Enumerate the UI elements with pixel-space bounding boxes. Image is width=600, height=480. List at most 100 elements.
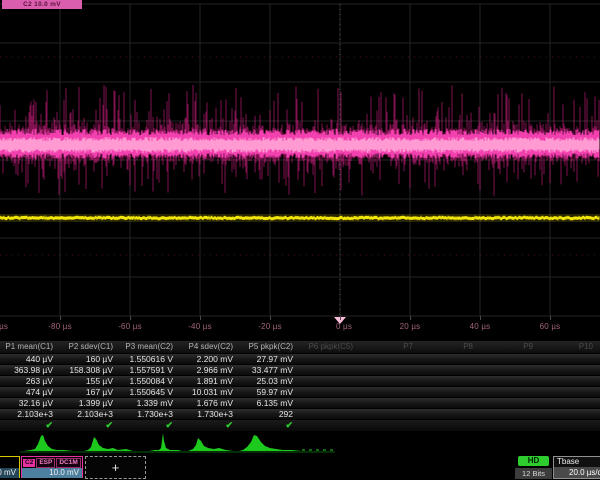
measurement-cell: 160 µV: [60, 354, 120, 364]
measurement-cell: 59.97 mV: [240, 387, 300, 397]
measurement-cell: 263 µV: [0, 376, 60, 386]
measurement-cell: [540, 409, 600, 419]
measurement-cell: [300, 409, 360, 419]
measurement-stat-row: 440 µV160 µV1.550616 V2.200 mV27.97 mV: [0, 354, 600, 365]
measurement-cell: 27.97 mV: [240, 354, 300, 364]
measurement-stat-row: 474 µV167 µV1.550645 V10.031 mV59.97 mV: [0, 387, 600, 398]
axis-label: -40 µs: [188, 322, 212, 331]
measurement-cell: [360, 365, 420, 375]
axis-tick: [550, 316, 551, 320]
measurement-cell: [360, 398, 420, 408]
measurement-table: P1 mean(C1)P2 sdev(C1)P3 mean(C2)P4 sdev…: [0, 341, 600, 432]
axis-label: -20 µs: [258, 322, 282, 331]
measurement-cell: 2.200 mV: [180, 354, 240, 364]
c2-vertical-scale: 10.0 mV: [22, 468, 82, 478]
measurement-column-header[interactable]: P7: [360, 341, 420, 353]
plus-icon: +: [112, 460, 120, 475]
measurement-cell: [420, 387, 480, 397]
measurement-column-header[interactable]: P9: [480, 341, 540, 353]
measurement-cell: 32.16 µV: [0, 398, 60, 408]
measurement-cell: [540, 354, 600, 364]
axis-label: 60 µs: [540, 322, 561, 331]
axis-tick: [340, 316, 341, 320]
axis-label: -60 µs: [118, 322, 142, 331]
measurement-cell: [540, 387, 600, 397]
measurement-cell: 363.98 µV: [0, 365, 60, 375]
measurement-cell: [420, 354, 480, 364]
measurement-column-header[interactable]: P5 pkpk(C2): [240, 341, 300, 353]
measurement-header-row: P1 mean(C1)P2 sdev(C1)P3 mean(C2)P4 sdev…: [0, 341, 600, 354]
measurement-cell: 474 µV: [0, 387, 60, 397]
measurement-cell: 1.550645 V: [120, 387, 180, 397]
measurement-cell: [300, 376, 360, 386]
measurement-cell: [480, 376, 540, 386]
measurement-cell: [360, 387, 420, 397]
measurement-cell: [420, 409, 480, 419]
measurement-cell: [480, 354, 540, 364]
hd-mode-badge[interactable]: HD: [518, 456, 549, 466]
channel-c2-chip: C2: [23, 459, 35, 467]
measurement-stat-row: 32.16 µV1.399 µV1.339 mV1.676 mV6.135 mV: [0, 398, 600, 409]
axis-tick: [410, 316, 411, 320]
measurement-cell: 1.730e+3: [120, 409, 180, 419]
trace-label-c2[interactable]: C2 10.0 mV: [2, 0, 82, 9]
timebase-value: 20.0 µs/div: [554, 467, 600, 478]
measurement-cell: [360, 354, 420, 364]
measurement-cell: 167 µV: [60, 387, 120, 397]
measurement-cell: 10.031 mV: [180, 387, 240, 397]
hd-bits-label: 12 Bits: [515, 468, 552, 479]
timebase-descriptor[interactable]: Tbase 20.0 µs/div: [553, 456, 600, 479]
measurement-column-header[interactable]: P8: [420, 341, 480, 353]
channel-descriptor-c2[interactable]: C2 ESP DC1M 10.0 mV: [21, 456, 83, 478]
axis-label: 20 µs: [400, 322, 421, 331]
c2-coupling-chip: DC1M: [56, 458, 80, 468]
measurement-cell: [300, 398, 360, 408]
measurement-cell: 2.103e+3: [0, 409, 60, 419]
measurement-cell: 1.550084 V: [120, 376, 180, 386]
measurement-cell: 2.103e+3: [60, 409, 120, 419]
measurement-cell: [540, 398, 600, 408]
measurement-cell: 1.676 mV: [180, 398, 240, 408]
measurement-column-header[interactable]: P3 mean(C2): [120, 341, 180, 353]
axis-tick: [130, 316, 131, 320]
measurement-column-header[interactable]: P2 sdev(C1): [60, 341, 120, 353]
measurement-cell: [480, 398, 540, 408]
histicon: [24, 435, 73, 451]
measurement-cell: 292: [240, 409, 300, 419]
measurement-histicons: [0, 428, 600, 455]
measurement-cell: [360, 376, 420, 386]
measurement-cell: [540, 376, 600, 386]
channel-descriptor-c1[interactable]: C1 DC1M 10.0 mV: [0, 456, 20, 478]
axis-tick: [480, 316, 481, 320]
axis-tick: [200, 316, 201, 320]
measurement-column-header[interactable]: P10: [540, 341, 600, 353]
measurement-cell: 155 µV: [60, 376, 120, 386]
measurement-cell: [420, 398, 480, 408]
measurement-stat-row: 263 µV155 µV1.550084 V1.891 mV25.03 mV: [0, 376, 600, 387]
measurement-cell: [300, 354, 360, 364]
measurement-column-header[interactable]: P1 mean(C1): [0, 341, 60, 353]
timebase-label: Tbase: [554, 457, 600, 467]
measurement-cell: 1.339 mV: [120, 398, 180, 408]
measurement-cell: [420, 365, 480, 375]
measurement-cell: 1.399 µV: [60, 398, 120, 408]
c2-esp-chip: ESP: [36, 458, 55, 468]
measurement-cell: [360, 409, 420, 419]
measurement-cell: [480, 365, 540, 375]
measurement-cell: [420, 376, 480, 386]
histicon: [188, 438, 233, 451]
histicon: [239, 435, 301, 451]
axis-label: 40 µs: [470, 322, 491, 331]
measurement-cell: 1.550616 V: [120, 354, 180, 364]
axis-tick: [270, 316, 271, 320]
add-trace-button[interactable]: +: [85, 456, 146, 479]
axis-label: 0 µs: [336, 322, 352, 331]
measurement-cell: 6.135 mV: [240, 398, 300, 408]
time-axis: -100 µs-80 µs-60 µs-40 µs-20 µs0 µs20 µs…: [0, 316, 600, 336]
measurement-column-header[interactable]: P6 pkpk(C5): [300, 341, 360, 353]
measurement-cell: [480, 409, 540, 419]
measurement-column-header[interactable]: P4 sdev(C2): [180, 341, 240, 353]
axis-tick: [60, 316, 61, 320]
measurement-cell: 2.966 mV: [180, 365, 240, 375]
c1-vertical-scale: 10.0 mV: [0, 468, 19, 478]
